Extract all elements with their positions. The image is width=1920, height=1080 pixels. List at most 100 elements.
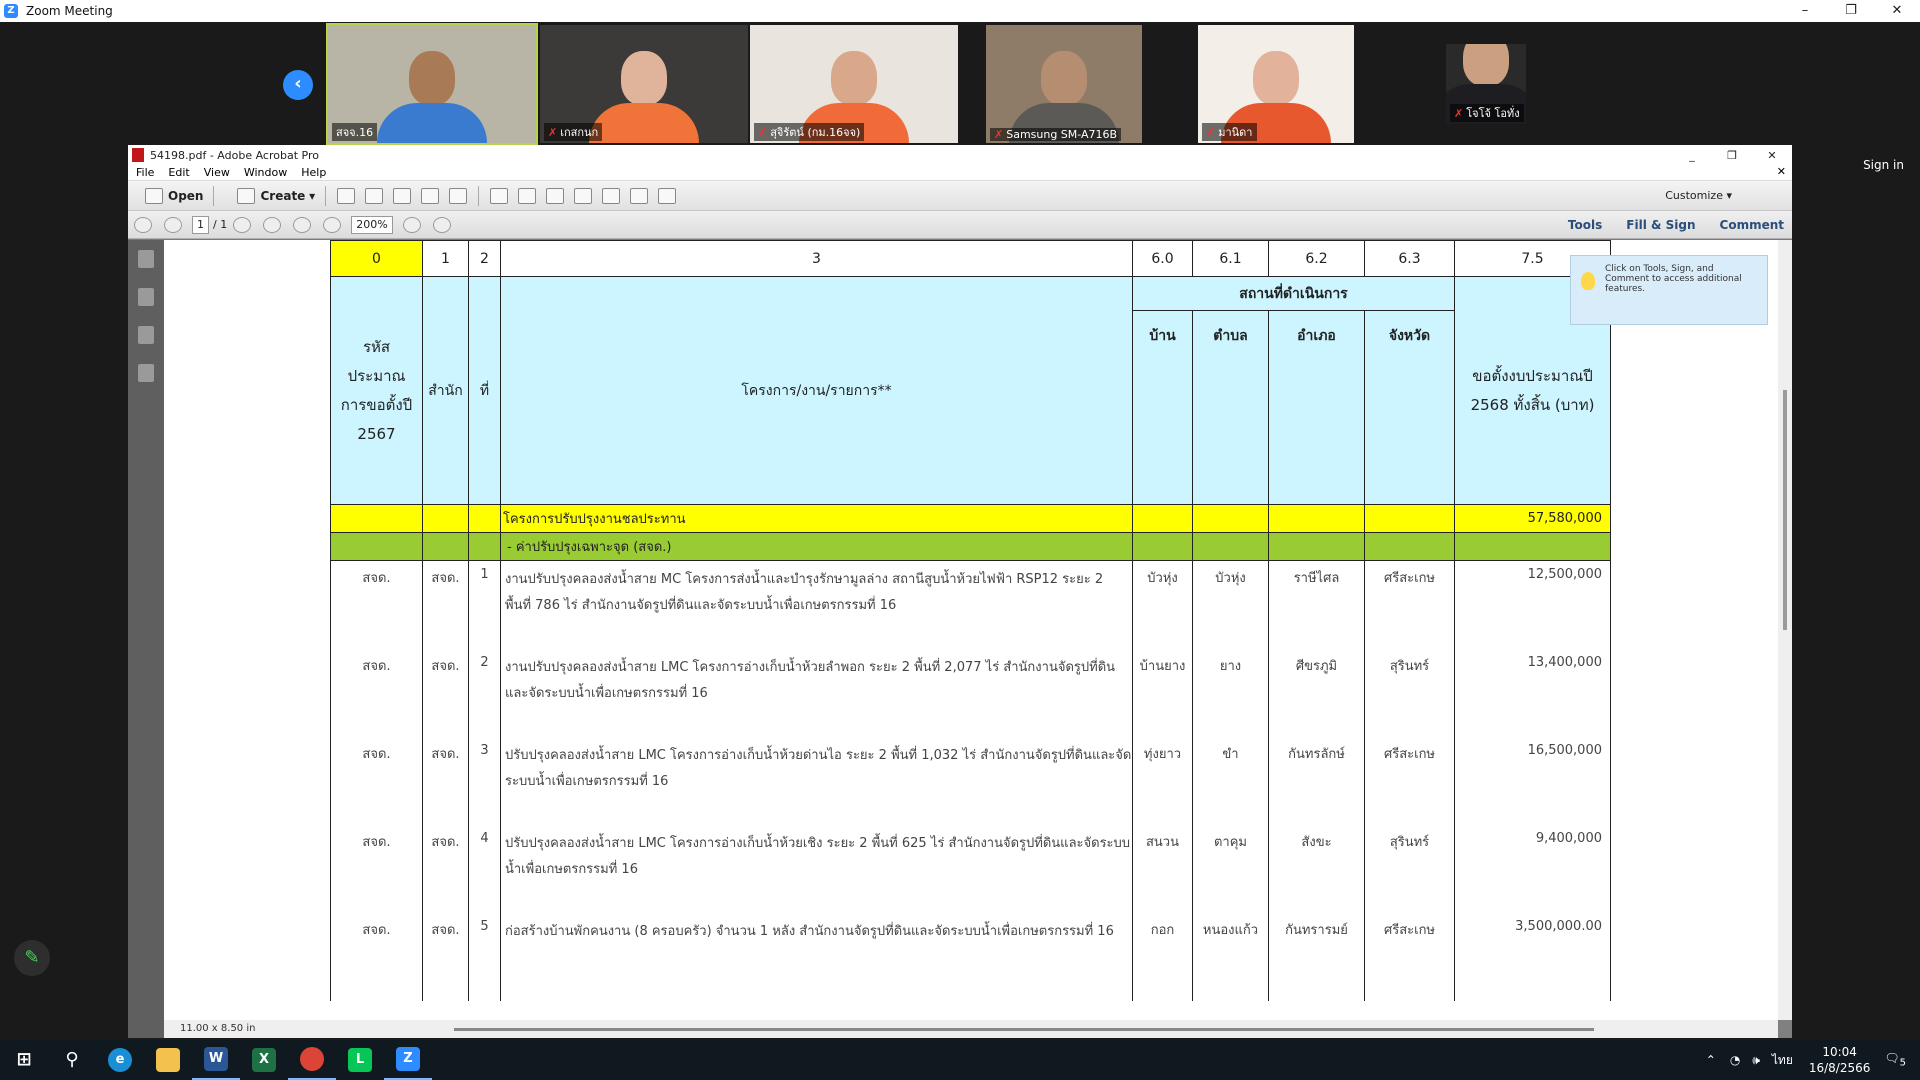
email-icon[interactable] [449,187,468,204]
document-close-icon[interactable]: ✕ [1777,165,1786,178]
signatures-icon[interactable] [138,364,154,382]
save-icon[interactable] [337,187,356,204]
close-button[interactable]: ✕ [1874,0,1920,22]
header-village: บ้าน [1132,310,1193,505]
navigation-toolbar: 1 / 1 200% Tools Fill & Sign Comment [128,211,1792,239]
customize-dropdown[interactable]: Customize ▾ [1665,189,1732,202]
menu-help[interactable]: Help [301,166,326,179]
zoom-level-select[interactable]: 200% [351,215,393,234]
select-tool-icon[interactable] [233,216,252,233]
cell-province: ศรีสะเกษ [1364,560,1455,649]
cell-office: สจด. [422,648,469,737]
participant-tile[interactable]: ✗ สุจิรัตน์ (กม.16จจ) [750,25,958,143]
file-explorer-icon[interactable] [144,1040,192,1080]
cell-amount: 12,500,000 [1454,560,1611,649]
comment-tab[interactable]: Comment [1720,218,1784,232]
cell-no: 3 [468,736,501,825]
page-down-icon[interactable] [164,216,182,233]
print-icon[interactable] [393,187,412,204]
table-row: สจด. สจด. 4 ปรับปรุงคลองส่งน้ำสาย LMC โครงก… [330,824,1611,913]
table-row: สจด. สจด. 3 ปรับปรุงคลองส่งน้ำสาย LMC โครงก… [330,736,1611,825]
menu-file[interactable]: File [136,166,154,179]
page-size-label: 11.00 x 8.50 in [180,1023,256,1034]
header-office: สำนัก [422,276,469,505]
word-icon[interactable]: W [192,1040,240,1080]
subgroup-title: - ค่าปรับปรุงเฉพาะจุด (สจด.) [500,532,1133,561]
zoom-out-icon[interactable] [293,216,312,233]
cell-no: 2 [468,648,501,737]
acrobat-restore-button[interactable]: ❐ [1712,149,1752,162]
col-number: 2 [468,240,501,277]
header-district: อำเภอ [1268,310,1365,505]
menu-view[interactable]: View [204,166,230,179]
tools-tab[interactable]: Tools [1568,218,1602,232]
excel-icon[interactable]: X [240,1040,288,1080]
cell-desc: งานปรับปรุงคลองส่งน้ำสาย LMC โครงการอ่าง… [500,648,1133,737]
zoom-app-icon[interactable]: Z [384,1040,432,1080]
network-icon[interactable]: ◔ [1730,1053,1740,1067]
column-number-row: 0 1 2 3 6.0 6.1 6.2 6.3 7.5 [330,240,1611,277]
participant-tile[interactable]: ✗ เกสกนก [540,25,748,143]
annotate-pen-button[interactable]: ✎ [14,940,50,976]
header-location: สถานที่ดำเนินการ [1132,276,1455,311]
menu-edit[interactable]: Edit [168,166,189,179]
settings-icon[interactable] [490,187,509,204]
participant-tile[interactable]: ✗ มานิดา [1198,25,1354,143]
open-button[interactable]: Open [136,187,207,204]
minimize-button[interactable]: – [1782,0,1828,22]
sign-icon[interactable] [658,187,677,204]
table-row: สจด. สจด. 5 ก่อสร้างบ้านพักคนงาน (8 ครอบครั… [330,912,1611,1001]
comment-icon[interactable] [518,187,537,204]
start-button[interactable]: ⊞ [0,1040,48,1080]
page-number-input[interactable]: 1 [192,215,209,234]
muted-mic-icon: ✗ [994,128,1004,141]
acrobat-minimize-button[interactable]: _ [1672,149,1712,162]
zoom-in-icon[interactable] [323,216,342,233]
upload-icon[interactable] [365,187,384,204]
previous-page-button[interactable]: ‹ [283,70,313,100]
participant-tile[interactable]: ✗ Samsung SM-A716B [986,25,1142,143]
notifications-icon[interactable]: 🗨5 [1884,1051,1906,1068]
line-icon[interactable]: L [336,1040,384,1080]
cell-district: กันทรลักษ์ [1268,736,1365,825]
page-total: / 1 [213,218,228,231]
stamp-icon[interactable] [574,187,593,204]
edge-icon[interactable]: e [96,1040,144,1080]
acrobat-close-button[interactable]: ✕ [1752,149,1792,162]
attachments-icon[interactable] [138,326,154,344]
participant-tile[interactable]: ✗ โจโจ้ โอทั่ง [1446,44,1526,124]
pages-icon[interactable] [138,250,154,268]
edit-icon[interactable] [421,187,440,204]
system-tray: ⌃ ◔ 🕪 ไทย 10:04 16/8/2566 🗨5 [1698,1040,1920,1080]
volume-icon[interactable]: 🕪 [1752,1053,1760,1068]
fit-width-icon[interactable] [402,216,421,233]
horizontal-scrollbar[interactable]: 11.00 x 8.50 in [164,1020,1778,1038]
cell-code: สจด. [330,560,423,649]
cell-village: บัวหุ่ง [1132,560,1193,649]
fill-sign-tab[interactable]: Fill & Sign [1626,218,1695,232]
vertical-scrollbar[interactable] [1778,240,1792,1020]
cell-village: กอก [1132,912,1193,1001]
cell-district: สังขะ [1268,824,1365,913]
fit-page-icon[interactable] [432,216,451,233]
create-pdf-icon [237,187,256,204]
cell-office: สจด. [422,736,469,825]
create-button[interactable]: Create ▾ [228,187,319,204]
hand-tool-icon[interactable] [263,216,282,233]
export-icon[interactable] [630,187,649,204]
menu-window[interactable]: Window [244,166,287,179]
clock[interactable]: 10:04 16/8/2566 [1809,1044,1871,1076]
chrome-icon[interactable] [288,1040,336,1080]
search-icon[interactable]: ⚲ [48,1040,96,1080]
participant-tile[interactable]: สจจ.16 [326,23,538,145]
highlight-icon[interactable] [546,187,565,204]
language-indicator[interactable]: ไทย [1772,1051,1793,1070]
page-up-icon[interactable] [134,216,152,233]
cell-district: กันทรารมย์ [1268,912,1365,1001]
bookmarks-icon[interactable] [138,288,154,306]
sign-in-link[interactable]: Sign in [1863,158,1904,172]
maximize-button[interactable]: ❐ [1828,0,1874,22]
chevron-up-icon[interactable]: ⌃ [1706,1053,1716,1067]
attach-icon[interactable] [602,187,621,204]
col-number: 6.2 [1268,240,1365,277]
